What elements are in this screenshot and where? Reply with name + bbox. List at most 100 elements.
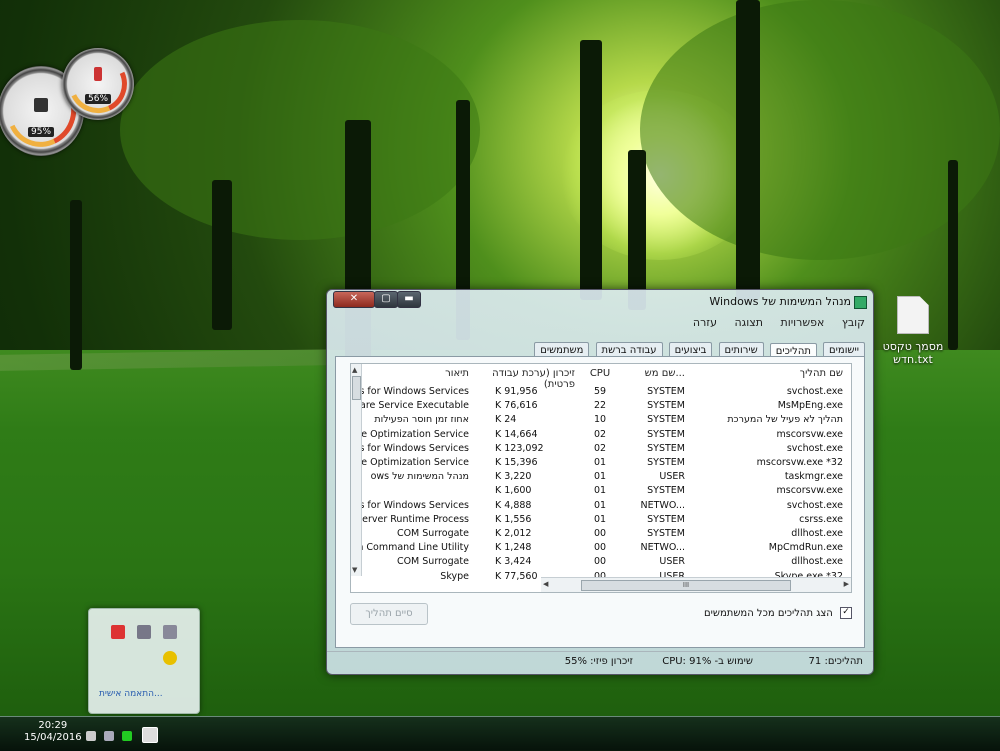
cell-cpu: 00 [593,556,607,568]
cell-cpu: 00 [593,528,607,539]
device-icon[interactable] [163,625,177,639]
clock-date: 15/04/2016 [24,732,82,743]
table-row[interactable]: MpCmdRun.exe NETWO... 00 K 1,248 tion Comman… [351,542,851,556]
clock-time: 20:29 [38,720,68,731]
tree-trunk [948,160,958,350]
cell-process-name: MpCmdRun.exe [768,542,843,554]
column-header-description[interactable]: תיאור [351,368,469,379]
maximize-button[interactable]: ▢ [374,291,398,308]
cell-process-name: svchost.exe [786,499,843,511]
cell-user-name: SYSTEM [647,400,685,412]
column-header-name[interactable]: שם תהליך [693,368,843,379]
desktop-file[interactable]: מסמך טקסט חדש.txt [878,296,948,366]
cell-memory: K 15,396 [495,457,538,468]
menu-file[interactable]: קובץ [842,316,865,329]
table-row[interactable]: svchost.exe NETWO... 01 K 4,888 ss for Windo… [351,500,851,514]
cell-description: COM Surrogate [396,556,469,568]
scroll-right-icon[interactable]: ▶ [844,580,849,588]
scroll-thumb[interactable] [352,376,361,400]
cell-process-name: mscorsvw.exe [776,485,844,497]
cell-user-name: NETWO... [640,499,685,511]
show-all-users-checkbox[interactable]: ✓ הצג תהליכים מכל המשתמשים [704,607,852,619]
tree-trunk [580,40,602,300]
table-row[interactable]: dllhost.exe SYSTEM 00 K 2,012 COM Surrogate [351,528,851,542]
cell-memory: K 2,012 [495,528,532,539]
cpu-icon [34,98,48,113]
cell-description: ss for Windows Services [354,499,470,511]
cell-memory: K 1,248 [495,542,532,554]
cell-cpu: 01 [593,471,607,483]
column-header-cpu[interactable]: CPU [585,368,615,379]
sync-icon[interactable] [104,731,114,741]
task-manager-icon [854,296,867,309]
menu-options[interactable]: אפשרויות [780,316,824,329]
cell-user-name: USER [659,471,685,483]
menu-bar: קובץ אפשרויות תצוגה עזרה [335,316,865,334]
table-row[interactable]: taskmgr.exe USER 01 K 3,220 מנהל המשימות של … [351,471,851,485]
cell-description: אחוז זמן חוסר הפעילות [374,414,469,426]
cell-memory: K 24 [495,414,517,426]
vertical-scrollbar[interactable]: ▲ ▼ [351,364,362,576]
scroll-up-icon[interactable]: ▲ [352,366,357,374]
table-row[interactable]: mscorsvw.exe SYSTEM 02 K 14,664 me Optimizat… [351,429,851,443]
checkbox-icon[interactable]: ✓ [840,607,852,619]
status-bar: תהליכים: 71 שימוש ב- CPU: 91% זיכרון פיז… [327,651,873,670]
scroll-left-icon[interactable]: ◀ [543,580,548,588]
column-header-user[interactable]: שם מש... [629,368,685,379]
tray-overflow-popup: התאמה אישית... [88,608,200,714]
cell-user-name: SYSTEM [647,414,685,426]
close-button[interactable]: ✕ [333,291,375,308]
network-icon[interactable] [137,625,151,639]
volume-icon[interactable] [86,731,96,741]
antivirus-icon[interactable] [111,625,125,639]
cell-process-name: taskmgr.exe [784,471,843,483]
title-bar[interactable]: מנהל המשימות של Windows ✕ ▢ ▬ [327,290,873,312]
cell-cpu: 01 [593,513,607,525]
cell-memory: K 91,956 [495,386,538,397]
show-hidden-icons-icon[interactable] [142,727,158,743]
end-process-button[interactable]: סיים תהליך [350,603,428,625]
table-row[interactable]: svchost.exe SYSTEM 02 K 123,092 ss for Windo… [351,443,851,457]
cell-cpu: 10 [593,414,607,426]
cell-description: Skype [440,570,469,582]
clock[interactable]: 20:29 15/04/2016 [24,720,82,744]
table-row[interactable]: svchost.exe SYSTEM 59 K 91,956 ss for Window… [351,386,851,400]
table-row[interactable]: csrss.exe SYSTEM 01 K 1,556 Server Runtime P… [351,514,851,528]
cell-cpu: 01 [593,485,607,497]
cell-cpu: 02 [593,428,607,440]
task-manager-window: מנהל המשימות של Windows ✕ ▢ ▬ קובץ אפשרו… [326,289,874,675]
cell-memory: K 4,888 [495,499,532,511]
cell-cpu: 22 [593,400,607,412]
cell-description: tion Command Line Utility [351,542,469,554]
process-table: שם תהליך שם מש... CPU זיכרון (ערכת עבודה… [350,363,852,593]
table-row[interactable]: MsMpEng.exe SYSTEM 22 K 76,616 ware Service … [351,400,851,414]
cell-process-name: csrss.exe [799,513,843,525]
table-row[interactable]: mscorsvw.exe SYSTEM 01 K 1,600 [351,485,851,499]
table-header: שם תהליך שם מש... CPU זיכרון (ערכת עבודה… [351,368,851,390]
menu-view[interactable]: תצוגה [734,316,762,329]
cell-description: ware Service Executable [352,400,469,412]
minimize-button[interactable]: ▬ [397,291,421,308]
status-icon[interactable] [122,731,132,741]
memory-gauge[interactable]: 56% [61,47,135,121]
cell-description: COM Surrogate [396,528,469,539]
cell-user-name: SYSTEM [647,457,685,468]
scroll-thumb[interactable]: III [581,580,791,591]
menu-help[interactable]: עזרה [693,316,717,329]
tree-canopy [640,0,1000,260]
horizontal-scrollbar[interactable]: ◀ III ▶ [541,577,851,592]
table-row[interactable]: תהליך לא פעיל של המערכת SYSTEM 10 K 24 אחוז … [351,414,851,428]
cell-process-name: dllhost.exe [791,556,843,568]
scroll-down-icon[interactable]: ▼ [352,566,357,574]
cell-description: me Optimization Service. [351,428,469,440]
cell-user-name: SYSTEM [647,485,685,497]
table-row[interactable]: mscorsvw.exe *32 SYSTEM 01 K 15,396 me Optim… [351,457,851,471]
tree-canopy [120,20,480,240]
customize-link[interactable]: התאמה אישית... [99,689,163,699]
update-icon[interactable] [163,651,177,665]
cell-user-name: NETWO... [640,542,685,554]
status-cpu-usage: שימוש ב- CPU: 91% [662,656,753,667]
status-process-count: תהליכים: 71 [808,656,863,667]
cell-memory: K 1,556 [495,513,532,525]
table-row[interactable]: dllhost.exe USER 00 K 3,424 COM Surrogate [351,556,851,570]
